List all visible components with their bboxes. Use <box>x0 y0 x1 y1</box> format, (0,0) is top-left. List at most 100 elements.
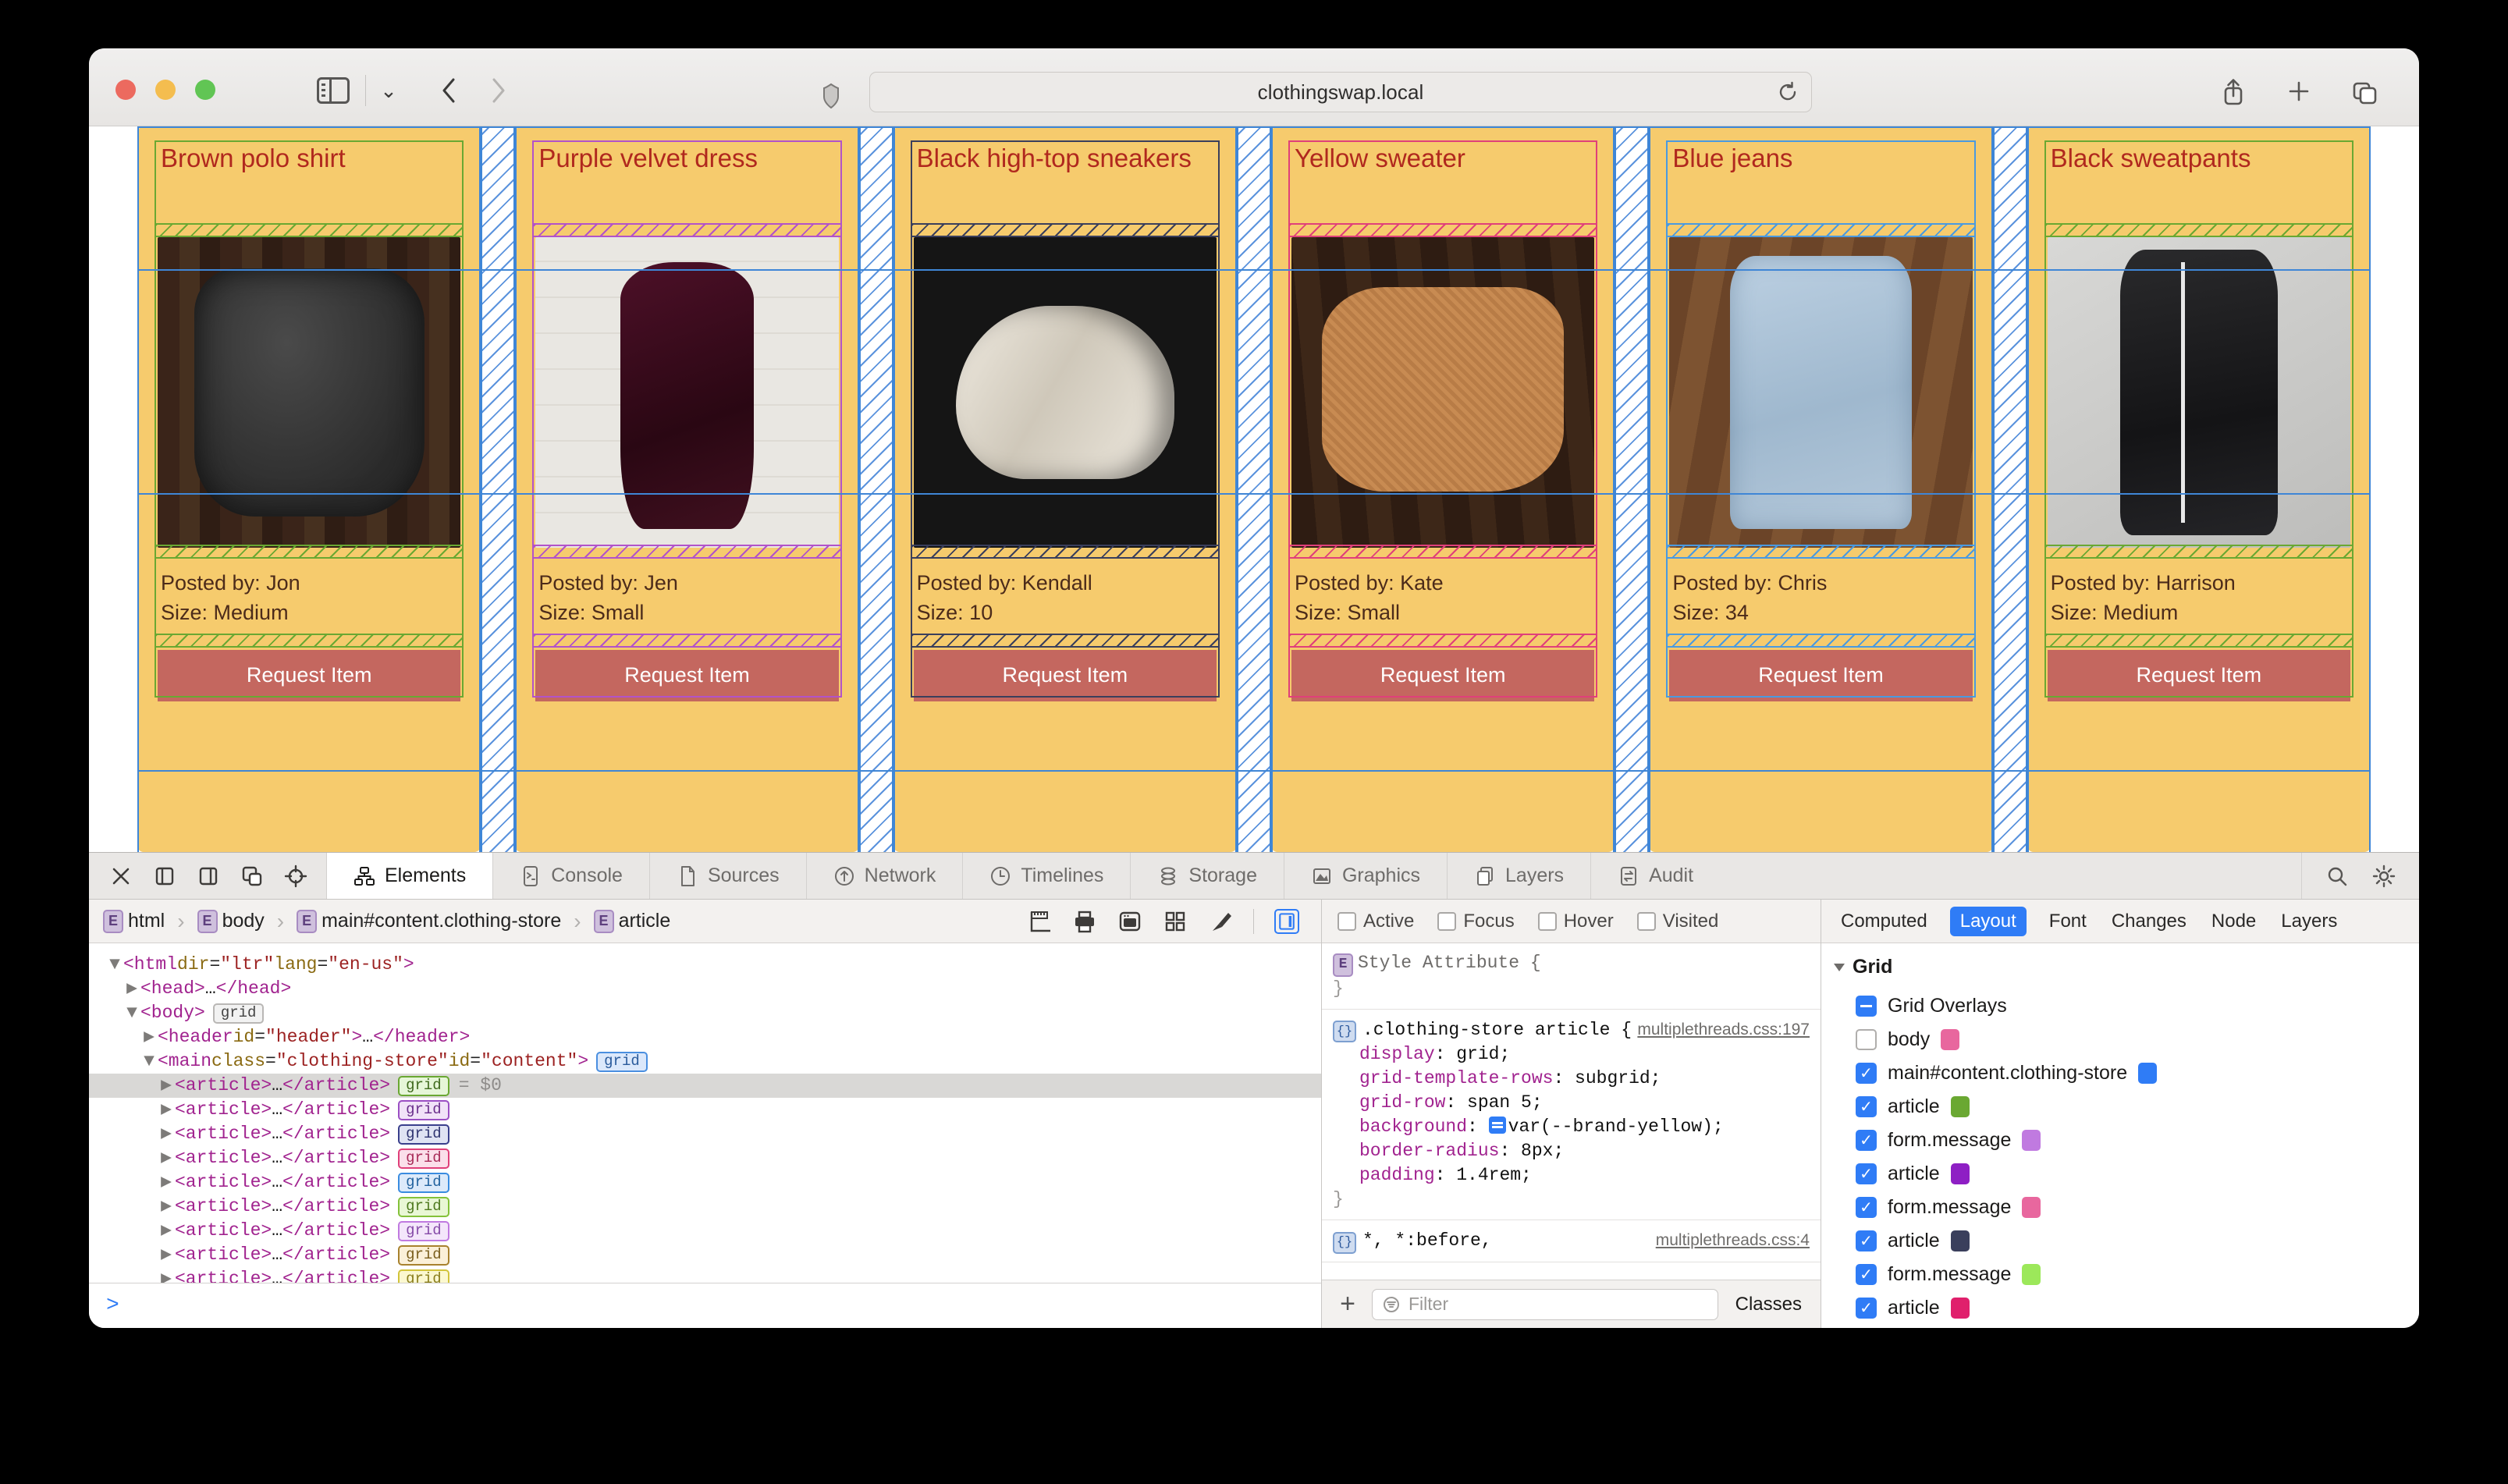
pseudo-visited-toggle[interactable]: Visited <box>1637 911 1719 932</box>
request-item-button[interactable]: Request Item <box>158 650 460 701</box>
dom-line[interactable]: ▶<article>…</article>grid <box>89 1195 1321 1219</box>
twisty-icon[interactable]: ▶ <box>158 1074 175 1098</box>
grid-overlay-item[interactable]: ✓article <box>1821 1224 2419 1258</box>
breadcrumb-item[interactable]: Earticle <box>594 910 671 933</box>
dom-line[interactable]: ▶<article>…</article>grid <box>89 1146 1321 1170</box>
request-item-button[interactable]: Request Item <box>535 650 838 701</box>
back-arrow-icon[interactable] <box>431 75 468 106</box>
request-item-button[interactable]: Request Item <box>914 650 1217 701</box>
tab-network[interactable]: Network <box>806 853 963 899</box>
grid-badge[interactable]: grid <box>398 1124 449 1145</box>
grid-overlay-color-swatch[interactable] <box>1941 1029 1959 1050</box>
grid-badge[interactable]: grid <box>596 1052 648 1072</box>
css-declaration[interactable]: display: grid; <box>1333 1042 1810 1067</box>
css-source-link[interactable]: multiplethreads.css:197 <box>1637 1017 1810 1042</box>
tab-elements[interactable]: Elements <box>326 853 492 899</box>
pseudo-active-toggle[interactable]: Active <box>1337 911 1414 932</box>
styles-filter-input[interactable]: Filter <box>1372 1289 1718 1320</box>
layout-tab-computed[interactable]: Computed <box>1838 907 1930 936</box>
pseudo-focus-toggle[interactable]: Focus <box>1437 911 1514 932</box>
twisty-icon[interactable]: ▶ <box>123 977 140 1001</box>
grid-overlay-checkbox[interactable]: ✓ <box>1856 1163 1877 1184</box>
inspect-element-icon[interactable] <box>284 864 307 888</box>
dock-right-icon[interactable] <box>197 864 220 888</box>
grid-overlays-checkbox[interactable] <box>1856 996 1877 1017</box>
grid-overlay-checkbox[interactable]: ✓ <box>1856 1230 1877 1251</box>
dom-line[interactable]: ▶<head>…</head> <box>89 977 1321 1001</box>
dom-line[interactable]: ▶<article>…</article>grid <box>89 1243 1321 1267</box>
grid-section-title[interactable]: Grid <box>1821 956 2419 989</box>
dom-line[interactable]: ▼<body>grid <box>89 1001 1321 1025</box>
console-prompt[interactable]: > <box>89 1283 1321 1328</box>
grid-overlay-checkbox[interactable]: ✓ <box>1856 1264 1877 1285</box>
css-declaration[interactable]: border-radius: 8px; <box>1333 1139 1810 1163</box>
grid-overlay-item[interactable]: ✓main#content.clothing-store <box>1821 1056 2419 1090</box>
pseudo-hover-toggle[interactable]: Hover <box>1538 911 1614 932</box>
request-item-button[interactable]: Request Item <box>2048 650 2350 701</box>
grid-badges-icon[interactable] <box>1163 909 1188 934</box>
forward-arrow-icon[interactable] <box>479 75 517 106</box>
twisty-icon[interactable]: ▶ <box>158 1267 175 1283</box>
grid-overlay-checkbox[interactable]: ✓ <box>1856 1096 1877 1117</box>
checkbox[interactable] <box>1337 912 1356 931</box>
gear-icon[interactable] <box>2372 864 2396 888</box>
grid-overlay-color-swatch[interactable] <box>1951 1298 1970 1319</box>
css-declaration[interactable]: padding: 1.4rem; <box>1333 1163 1810 1188</box>
layout-tab-node[interactable]: Node <box>2209 907 2258 936</box>
twisty-icon[interactable]: ▶ <box>158 1243 175 1267</box>
css-source-link[interactable]: multiplethreads.css:4 <box>1656 1228 1810 1252</box>
classes-button[interactable]: Classes <box>1729 1294 1808 1315</box>
grid-overlay-checkbox[interactable]: ✓ <box>1856 1298 1877 1319</box>
checkbox[interactable] <box>1637 912 1656 931</box>
reload-icon[interactable] <box>1777 81 1799 103</box>
layout-tab-font[interactable]: Font <box>2047 907 2089 936</box>
twisty-icon[interactable]: ▶ <box>158 1195 175 1219</box>
zoom-window-button[interactable] <box>195 80 215 100</box>
undock-icon[interactable] <box>240 864 264 888</box>
browser-frame-icon[interactable] <box>1117 909 1142 934</box>
print-icon[interactable] <box>1072 909 1097 934</box>
grid-overlay-checkbox[interactable]: ✓ <box>1856 1063 1877 1084</box>
grid-overlay-color-swatch[interactable] <box>2022 1197 2041 1218</box>
dom-line[interactable]: ▶<article>…</article>grid <box>89 1098 1321 1122</box>
layout-tab-layout[interactable]: Layout <box>1950 907 2027 936</box>
tab-timelines[interactable]: Timelines <box>962 853 1130 899</box>
twisty-icon[interactable]: ▶ <box>158 1170 175 1195</box>
layout-tab-changes[interactable]: Changes <box>2109 907 2189 936</box>
dom-line[interactable]: ▶<article>…</article>grid <box>89 1219 1321 1243</box>
tab-layers[interactable]: Layers <box>1447 853 1590 899</box>
dom-line[interactable]: ▶<header id="header">…</header> <box>89 1025 1321 1049</box>
breadcrumb-item[interactable]: Ehtml <box>103 910 165 933</box>
grid-overlay-item[interactable]: body <box>1821 1023 2419 1056</box>
twisty-icon[interactable]: ▶ <box>158 1146 175 1170</box>
grid-overlay-color-swatch[interactable] <box>2022 1130 2041 1151</box>
grid-badge[interactable]: grid <box>398 1100 449 1120</box>
twisty-icon[interactable]: ▼ <box>140 1049 158 1074</box>
grid-badge[interactable]: grid <box>398 1269 449 1283</box>
grid-overlays-row[interactable]: Grid Overlays <box>1821 989 2419 1023</box>
request-item-button[interactable]: Request Item <box>1669 650 1972 701</box>
add-rule-button[interactable]: + <box>1334 1289 1361 1319</box>
grid-badge[interactable]: grid <box>398 1149 449 1169</box>
twisty-icon[interactable]: ▶ <box>140 1025 158 1049</box>
tab-storage[interactable]: Storage <box>1130 853 1284 899</box>
tab-sources[interactable]: Sources <box>649 853 806 899</box>
twisty-icon[interactable]: ▶ <box>158 1098 175 1122</box>
color-swatch[interactable] <box>1489 1117 1506 1134</box>
dom-tree[interactable]: ▼<html dir="ltr" lang="en-us">▶<head>…</… <box>89 943 1321 1283</box>
close-icon[interactable] <box>109 864 133 888</box>
breadcrumb-item[interactable]: Emain#content.clothing-store <box>297 910 561 933</box>
layout-ruler-icon[interactable] <box>1027 909 1052 934</box>
dom-line[interactable]: ▶<article>…</article>grid= $0 <box>89 1074 1321 1098</box>
privacy-shield-icon[interactable] <box>821 83 841 109</box>
dom-line[interactable]: ▶<article>…</article>grid <box>89 1122 1321 1146</box>
grid-badge[interactable]: grid <box>398 1173 449 1193</box>
grid-overlay-item[interactable]: ✓form.message <box>1821 1258 2419 1291</box>
disclosure-triangle-icon[interactable] <box>1834 964 1845 971</box>
dom-line[interactable]: ▶<article>…</article>grid <box>89 1170 1321 1195</box>
grid-overlay-checkbox[interactable]: ✓ <box>1856 1197 1877 1218</box>
grid-badge[interactable]: grid <box>398 1076 449 1096</box>
chevron-down-icon[interactable]: ⌄ <box>373 78 404 103</box>
close-window-button[interactable] <box>115 80 136 100</box>
grid-overlay-item[interactable]: ✓article <box>1821 1157 2419 1191</box>
